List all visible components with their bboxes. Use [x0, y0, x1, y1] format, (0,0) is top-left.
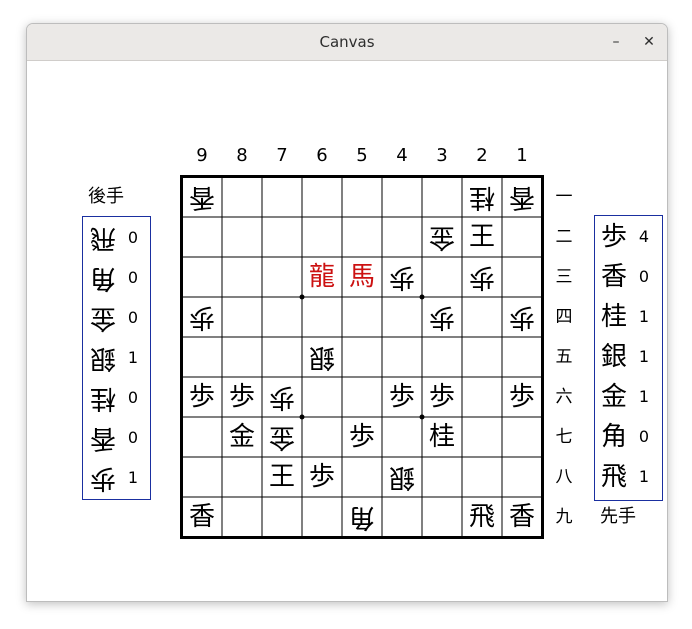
file-label: 4 — [396, 145, 408, 166]
rank-label: 二 — [555, 227, 573, 247]
rank-label: 八 — [555, 467, 573, 487]
gote-hand-count: 0 — [127, 428, 139, 447]
gote-hand-count: 1 — [127, 468, 139, 487]
gote-hand-piece[interactable]: 銀 — [86, 338, 120, 378]
gote-piece[interactable]: 香 — [502, 177, 542, 217]
gote-piece[interactable]: 香 — [182, 177, 222, 217]
sente-hand-piece[interactable]: 金 — [597, 377, 631, 417]
gote-hand-piece[interactable]: 歩 — [86, 458, 120, 498]
sente-label: 先手 — [600, 506, 636, 527]
gote-piece[interactable]: 歩 — [502, 297, 542, 337]
file-label: 7 — [276, 145, 288, 166]
sente-piece[interactable]: 歩 — [502, 377, 542, 417]
gote-piece[interactable]: 金 — [262, 417, 302, 457]
file-label: 5 — [356, 145, 368, 166]
gote-hand-piece[interactable]: 桂 — [86, 378, 120, 418]
sente-hand-count: 1 — [638, 467, 650, 486]
sente-piece[interactable]: 龍 — [302, 257, 342, 297]
gote-piece[interactable]: 歩 — [182, 297, 222, 337]
gote-piece[interactable]: 歩 — [262, 377, 302, 417]
sente-piece[interactable]: 歩 — [182, 377, 222, 417]
gote-hand-count: 0 — [127, 268, 139, 287]
gote-hand-count: 0 — [127, 388, 139, 407]
file-label: 2 — [476, 145, 488, 166]
sente-hand-piece[interactable]: 香 — [597, 257, 631, 297]
rank-label: 三 — [555, 267, 573, 287]
rank-label: 一 — [555, 187, 573, 207]
gote-piece[interactable]: 桂 — [462, 177, 502, 217]
rank-label: 七 — [555, 427, 573, 447]
shogi-canvas: 987654321 一二三四五六七八九 後手 先手 香桂香金王龍馬歩歩歩歩歩銀歩… — [0, 0, 692, 629]
sente-piece[interactable]: 馬 — [342, 257, 382, 297]
sente-hand-piece[interactable]: 桂 — [597, 297, 631, 337]
gote-piece[interactable]: 銀 — [302, 337, 342, 377]
gote-hand-piece[interactable]: 金 — [86, 298, 120, 338]
rank-label: 五 — [555, 347, 573, 367]
sente-hand-count: 4 — [638, 227, 650, 246]
sente-piece[interactable]: 歩 — [382, 377, 422, 417]
gote-hand-piece[interactable]: 角 — [86, 258, 120, 298]
file-label: 3 — [436, 145, 448, 166]
sente-hand-count: 0 — [638, 267, 650, 286]
sente-hand-count: 1 — [638, 347, 650, 366]
gote-hand-count: 1 — [127, 348, 139, 367]
rank-label: 四 — [555, 307, 573, 327]
gote-piece[interactable]: 銀 — [382, 457, 422, 497]
sente-hand-count: 1 — [638, 387, 650, 406]
sente-hand-piece[interactable]: 銀 — [597, 337, 631, 377]
sente-piece[interactable]: 歩 — [222, 377, 262, 417]
sente-hand-count: 1 — [638, 307, 650, 326]
rank-label: 九 — [555, 507, 573, 527]
file-label: 1 — [516, 145, 528, 166]
sente-piece[interactable]: 香 — [182, 497, 222, 537]
gote-piece[interactable]: 歩 — [462, 257, 502, 297]
sente-hand-piece[interactable]: 角 — [597, 417, 631, 457]
sente-hand-count: 0 — [638, 427, 650, 446]
sente-piece[interactable]: 香 — [502, 497, 542, 537]
gote-piece[interactable]: 歩 — [382, 257, 422, 297]
gote-piece[interactable]: 歩 — [422, 297, 462, 337]
sente-piece[interactable]: 飛 — [462, 497, 502, 537]
sente-piece[interactable]: 歩 — [302, 457, 342, 497]
gote-hand-count: 0 — [127, 228, 139, 247]
gote-piece[interactable]: 角 — [342, 497, 382, 537]
sente-hand-piece[interactable]: 飛 — [597, 457, 631, 497]
gote-hand-piece[interactable]: 香 — [86, 418, 120, 458]
gote-label: 後手 — [88, 186, 124, 207]
sente-piece[interactable]: 王 — [462, 217, 502, 257]
gote-hand-count: 0 — [127, 308, 139, 327]
sente-piece[interactable]: 桂 — [422, 417, 462, 457]
file-label: 6 — [316, 145, 328, 166]
sente-piece[interactable]: 金 — [222, 417, 262, 457]
file-label: 8 — [236, 145, 248, 166]
gote-piece[interactable]: 金 — [422, 217, 462, 257]
sente-hand-piece[interactable]: 歩 — [597, 217, 631, 257]
sente-piece[interactable]: 歩 — [422, 377, 462, 417]
gote-hand-piece[interactable]: 飛 — [86, 218, 120, 258]
sente-piece[interactable]: 王 — [262, 457, 302, 497]
sente-piece[interactable]: 歩 — [342, 417, 382, 457]
file-label: 9 — [196, 145, 208, 166]
rank-label: 六 — [555, 387, 573, 407]
